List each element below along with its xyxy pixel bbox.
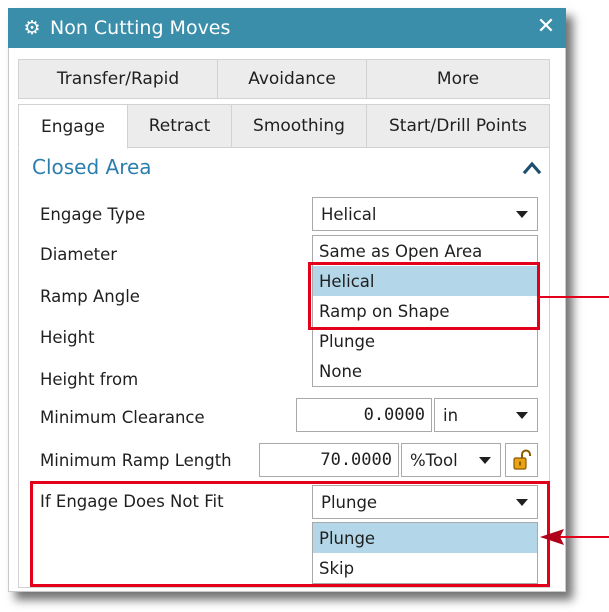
option-ramp-on-shape[interactable]: Ramp on Shape xyxy=(313,296,537,326)
height-label: Height xyxy=(40,328,95,347)
minimum-clearance-label: Minimum Clearance xyxy=(40,408,205,427)
ramp-length-unit-dropdown[interactable]: %Tool xyxy=(401,443,501,477)
lock-toggle-button[interactable] xyxy=(505,443,538,477)
gear-icon: ⚙ xyxy=(23,17,41,39)
fit-options-list: Plunge Skip xyxy=(312,522,538,584)
dialog-title: Non Cutting Moves xyxy=(50,17,231,39)
chevron-down-icon xyxy=(516,412,528,419)
clearance-unit-dropdown[interactable]: in xyxy=(434,398,538,432)
chevron-down-icon xyxy=(516,211,528,218)
tab-smoothing[interactable]: Smoothing xyxy=(231,104,367,148)
engage-type-options-list: Same as Open Area Helical Ramp on Shape … xyxy=(312,235,538,387)
close-icon[interactable]: ✕ xyxy=(532,13,560,41)
if-engage-does-not-fit-dropdown[interactable]: Plunge xyxy=(312,485,538,519)
tab-avoidance[interactable]: Avoidance xyxy=(217,59,367,99)
option-plunge[interactable]: Plunge xyxy=(313,326,537,356)
tab-retract[interactable]: Retract xyxy=(127,104,232,148)
tab-more[interactable]: More xyxy=(366,59,550,99)
chevron-up-icon[interactable] xyxy=(520,156,544,180)
dialog-titlebar[interactable]: ⚙ Non Cutting Moves ✕ xyxy=(8,8,566,48)
option-helical[interactable]: Helical xyxy=(313,266,537,296)
ramp-angle-label: Ramp Angle xyxy=(40,287,140,306)
option-none[interactable]: None xyxy=(313,356,537,386)
tab-engage[interactable]: Engage xyxy=(18,104,128,149)
engage-type-dropdown[interactable]: Helical xyxy=(312,197,538,231)
section-title-closed-area[interactable]: Closed Area xyxy=(32,150,152,184)
minimum-ramp-length-label: Minimum Ramp Length xyxy=(40,451,232,470)
ramp-length-unit-value: %Tool xyxy=(410,450,458,470)
option-same-as-open-area[interactable]: Same as Open Area xyxy=(313,236,537,266)
clearance-unit-value: in xyxy=(443,405,459,425)
chevron-down-icon xyxy=(516,499,528,506)
height-from-label: Height from xyxy=(40,370,139,389)
tab-start-drill-points[interactable]: Start/Drill Points xyxy=(366,104,550,148)
minimum-clearance-input[interactable]: 0.0000 xyxy=(296,398,432,432)
engage-type-value: Helical xyxy=(321,204,377,224)
unlock-icon xyxy=(512,449,531,470)
engage-type-label: Engage Type xyxy=(40,205,146,224)
annotation-arrow xyxy=(540,529,609,545)
minimum-ramp-length-input[interactable]: 70.0000 xyxy=(259,443,399,477)
if-engage-does-not-fit-label: If Engage Does Not Fit xyxy=(40,492,224,511)
if-engage-does-not-fit-value: Plunge xyxy=(321,492,378,512)
diameter-label: Diameter xyxy=(40,245,118,264)
chevron-down-icon xyxy=(479,457,491,464)
annotation-pointer-line xyxy=(540,296,609,298)
option-skip[interactable]: Skip xyxy=(313,553,537,583)
tab-transfer-rapid[interactable]: Transfer/Rapid xyxy=(18,59,218,99)
option-plunge-fit[interactable]: Plunge xyxy=(313,523,537,553)
